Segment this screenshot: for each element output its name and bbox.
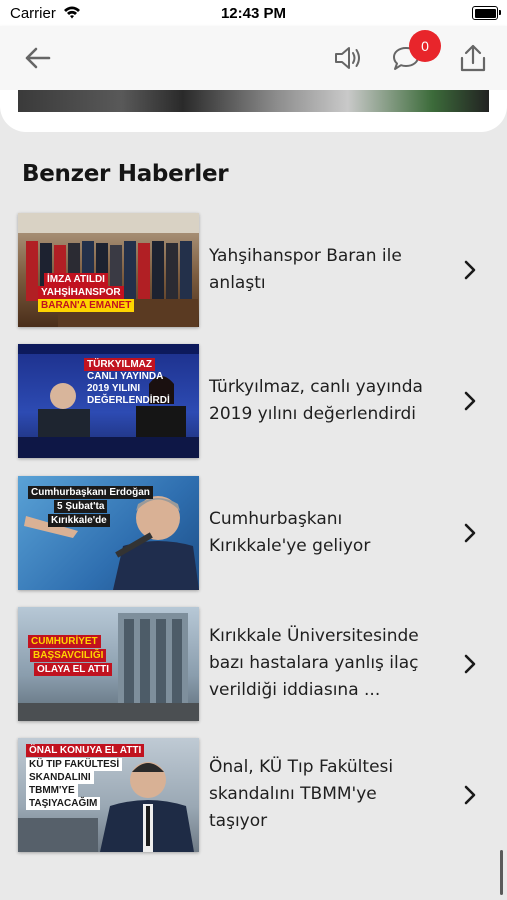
- news-thumbnail: TÜRKYILMAZ CANLI YAYINDA 2019 YILINI DEĞ…: [18, 344, 199, 458]
- thumb-caption-line: YAHŞİHANSPOR: [38, 286, 124, 299]
- chevron-right-icon: [464, 523, 476, 543]
- news-title-line: taşıyor: [209, 811, 268, 831]
- clock: 12:43 PM: [220, 5, 287, 22]
- chevron-right-icon: [464, 391, 476, 411]
- news-item-4[interactable]: CUMHURİYET BAŞSAVCILIĞI OLAYA EL ATTI Kı…: [18, 607, 489, 721]
- news-title-line: Cumhurbaşkanı: [209, 509, 343, 529]
- thumb-caption-line: OLAYA EL ATTI: [34, 663, 113, 676]
- thumb-caption-line: İMZA ATILDI: [44, 273, 108, 286]
- news-thumbnail: CUMHURİYET BAŞSAVCILIĞI OLAYA EL ATTI: [18, 607, 199, 721]
- news-item-3[interactable]: Cumhurbaşkanı Erdoğan 5 Şubat'ta Kırıkka…: [18, 476, 489, 590]
- news-title-line: Yahşihanspor Baran ile: [209, 246, 402, 266]
- news-title-line: Türkyılmaz, canlı yayında: [209, 377, 423, 397]
- news-title: Yahşihanspor Baran ile anlaştı: [209, 243, 444, 297]
- thumb-caption-line: ÖNAL KONUYA EL ATTI: [26, 744, 145, 757]
- news-thumbnail: Cumhurbaşkanı Erdoğan 5 Şubat'ta Kırıkka…: [18, 476, 199, 590]
- news-title: Cumhurbaşkanı Kırıkkale'ye geliyor: [209, 506, 444, 560]
- news-thumbnail: ÖNAL KONUYA EL ATTI KÜ TIP FAKÜLTESİ SKA…: [18, 738, 199, 852]
- thumb-caption-line: BARAN'A EMANET: [38, 299, 135, 312]
- section-heading: Benzer Haberler: [22, 161, 229, 187]
- back-button[interactable]: [17, 38, 57, 78]
- news-title-line: 2019 yılını değerlendirdi: [209, 404, 416, 424]
- thumb-caption-line: BAŞSAVCILIĞI: [30, 649, 107, 662]
- news-title: Önal, KÜ Tıp Fakültesi skandalını TBMM'y…: [209, 754, 444, 835]
- article-card: [0, 90, 507, 132]
- share-button[interactable]: [453, 38, 493, 78]
- speaker-button[interactable]: [328, 38, 368, 78]
- news-item-2[interactable]: TÜRKYILMAZ CANLI YAYINDA 2019 YILINI DEĞ…: [18, 344, 489, 458]
- news-title-line: verildiği iddiasına ...: [209, 680, 381, 700]
- news-item-5[interactable]: ÖNAL KONUYA EL ATTI KÜ TIP FAKÜLTESİ SKA…: [18, 738, 489, 852]
- thumb-caption-line: Kırıkkale'de: [48, 514, 110, 527]
- battery-icon: [472, 6, 501, 20]
- status-bar: Carrier 12:43 PM: [0, 0, 507, 26]
- news-item-1[interactable]: İMZA ATILDI YAHŞİHANSPOR BARAN'A EMANET …: [18, 213, 489, 327]
- thumb-caption-line: TBMM'YE: [26, 784, 78, 797]
- thumb-caption-line: DEĞERLENDİRDİ: [87, 395, 170, 406]
- news-title-line: bazı hastalara yanlış ilaç: [209, 653, 419, 673]
- thumb-caption-line: 5 Şubat'ta: [54, 500, 108, 513]
- article-image: [18, 90, 489, 112]
- share-icon: [460, 44, 486, 72]
- chevron-right-icon: [464, 654, 476, 674]
- news-title-line: Kırıkkale'ye geliyor: [209, 536, 371, 556]
- thumb-caption-line: KÜ TIP FAKÜLTESİ: [26, 758, 123, 771]
- back-arrow-icon: [25, 47, 51, 69]
- scrollbar[interactable]: [500, 850, 503, 895]
- news-thumbnail: İMZA ATILDI YAHŞİHANSPOR BARAN'A EMANET: [18, 213, 199, 327]
- news-title-line: anlaştı: [209, 273, 266, 293]
- top-toolbar: 0: [0, 26, 507, 90]
- comment-count-badge: 0: [409, 30, 441, 62]
- thumb-caption-line: CUMHURİYET: [28, 635, 101, 648]
- thumb-caption-line: Cumhurbaşkanı Erdoğan: [28, 486, 153, 499]
- news-title: Türkyılmaz, canlı yayında 2019 yılını de…: [209, 374, 444, 428]
- thumb-caption-line: SKANDALINI: [26, 771, 94, 784]
- thumb-caption-line: TAŞIYACAĞIM: [26, 797, 101, 810]
- news-title-line: skandalını TBMM'ye: [209, 784, 377, 804]
- news-title-line: Önal, KÜ Tıp Fakültesi: [209, 757, 394, 777]
- speaker-icon: [335, 47, 360, 69]
- news-title: Kırıkkale Üniversitesinde bazı hastalara…: [209, 623, 444, 704]
- chevron-right-icon: [464, 260, 476, 280]
- news-title-line: Kırıkkale Üniversitesinde: [209, 626, 419, 646]
- chevron-right-icon: [464, 785, 476, 805]
